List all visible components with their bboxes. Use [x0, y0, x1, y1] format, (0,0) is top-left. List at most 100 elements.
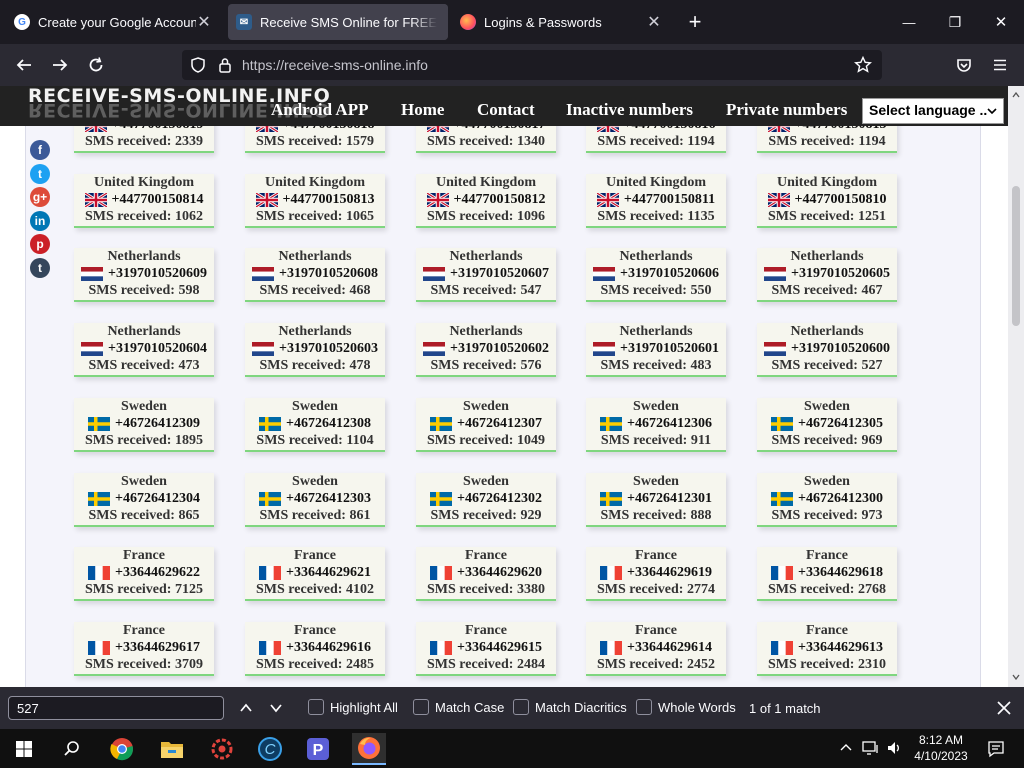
taskbar-clock[interactable]: 8:12 AM 4/10/2023 [898, 732, 984, 764]
card-number-row[interactable]: +447700150813 [245, 191, 385, 208]
lock-icon[interactable] [218, 57, 232, 73]
card-phone-number[interactable]: +46726412303 [286, 490, 371, 507]
show-hidden-icons-chevron-icon[interactable] [840, 743, 852, 751]
card-number-row[interactable]: +46726412308 [245, 415, 385, 432]
number-card[interactable]: Sweden +46726412300 SMS received: 973 [757, 473, 897, 527]
maximize-button[interactable]: ❐ [932, 6, 978, 38]
menu-button[interactable] [986, 51, 1014, 79]
taskbar-chrome[interactable] [106, 733, 138, 765]
card-phone-number[interactable]: +3197010520605 [791, 265, 890, 282]
card-phone-number[interactable]: +3197010520601 [620, 340, 719, 357]
whole-words-checkbox[interactable]: Whole Words [636, 699, 736, 715]
card-phone-number[interactable]: +46726412301 [627, 490, 712, 507]
number-card[interactable]: Sweden +46726412305 SMS received: 969 [757, 398, 897, 452]
nav-android-app[interactable]: Android APP [271, 100, 368, 120]
back-button[interactable] [10, 51, 38, 79]
card-phone-number[interactable]: +33644629621 [286, 564, 371, 581]
card-number-row[interactable]: +46726412301 [586, 490, 726, 507]
card-number-row[interactable]: +3197010520603 [245, 340, 385, 357]
card-number-row[interactable]: +447700150811 [586, 191, 726, 208]
nav-inactive-numbers[interactable]: Inactive numbers [566, 100, 693, 120]
close-tab-icon[interactable]: ✕ [196, 12, 212, 32]
linkedin-icon[interactable]: in [30, 210, 50, 231]
nav-home[interactable]: Home [401, 100, 444, 120]
card-phone-number[interactable]: +33644629619 [627, 564, 712, 581]
tab-logins-passwords[interactable]: Logins & Passwords ✕ [452, 4, 670, 40]
taskbar-p-app[interactable]: P [302, 733, 334, 765]
card-number-row[interactable]: +447700150810 [757, 191, 897, 208]
card-phone-number[interactable]: +447700150814 [112, 191, 204, 208]
card-phone-number[interactable]: +46726412308 [286, 415, 371, 432]
google-plus-icon[interactable]: g+ [30, 187, 50, 207]
card-number-row[interactable]: +33644629620 [416, 564, 556, 581]
card-phone-number[interactable]: +46726412300 [798, 490, 883, 507]
card-phone-number[interactable]: +46726412309 [115, 415, 200, 432]
card-phone-number[interactable]: +46726412304 [115, 490, 200, 507]
scroll-down-icon[interactable] [1012, 674, 1020, 680]
number-card[interactable]: France +33644629614 SMS received: 2452 [586, 622, 726, 676]
match-diacritics-checkbox[interactable]: Match Diacritics [513, 699, 627, 715]
number-card[interactable]: France +33644629617 SMS received: 3709 [74, 622, 214, 676]
bookmark-star-icon[interactable] [854, 56, 872, 74]
scroll-up-icon[interactable] [1012, 92, 1020, 98]
language-select[interactable]: Select language .. [862, 98, 1004, 124]
match-case-checkbox[interactable]: Match Case [413, 699, 504, 715]
taskbar-c-app[interactable]: C [254, 733, 286, 765]
number-card[interactable]: Netherlands +3197010520609 SMS received: 5… [74, 248, 214, 302]
card-number-row[interactable]: +46726412302 [416, 490, 556, 507]
card-phone-number[interactable]: +3197010520600 [791, 340, 890, 357]
card-phone-number[interactable]: +33644629616 [286, 639, 371, 656]
number-card[interactable]: United Kingdom +447700150810 SMS received:… [757, 174, 897, 228]
scroll-thumb[interactable] [1012, 186, 1020, 326]
notification-center-button[interactable] [980, 733, 1012, 765]
card-phone-number[interactable]: +447700150813 [283, 191, 375, 208]
card-number-row[interactable]: +46726412303 [245, 490, 385, 507]
nav-private-numbers[interactable]: Private numbers [726, 100, 847, 120]
card-phone-number[interactable]: +33644629622 [115, 564, 200, 581]
close-window-button[interactable]: ✕ [978, 6, 1024, 38]
card-number-row[interactable]: +33644629621 [245, 564, 385, 581]
card-number-row[interactable]: +3197010520601 [586, 340, 726, 357]
checkbox-box[interactable] [636, 699, 652, 715]
number-card[interactable]: Netherlands +3197010520608 SMS received: 4… [245, 248, 385, 302]
card-phone-number[interactable]: +3197010520604 [108, 340, 207, 357]
card-number-row[interactable]: +46726412307 [416, 415, 556, 432]
start-button[interactable] [8, 733, 40, 765]
taskbar-firefox[interactable] [352, 733, 386, 765]
number-card[interactable]: France +33644629618 SMS received: 2768 [757, 547, 897, 601]
number-card[interactable]: United Kingdom +447700150813 SMS received:… [245, 174, 385, 228]
card-number-row[interactable]: +3197010520607 [416, 265, 556, 282]
taskbar-settings-app[interactable] [206, 733, 238, 765]
number-card[interactable]: Sweden +46726412306 SMS received: 911 [586, 398, 726, 452]
card-number-row[interactable]: +33644629617 [74, 639, 214, 656]
number-card[interactable]: France +33644629615 SMS received: 2484 [416, 622, 556, 676]
card-number-row[interactable]: +447700150814 [74, 191, 214, 208]
card-number-row[interactable]: +33644629616 [245, 639, 385, 656]
card-number-row[interactable]: +3197010520606 [586, 265, 726, 282]
network-icon[interactable] [862, 741, 880, 755]
card-number-row[interactable]: +33644629615 [416, 639, 556, 656]
number-card[interactable]: France +33644629616 SMS received: 2485 [245, 622, 385, 676]
card-phone-number[interactable]: +33644629620 [457, 564, 542, 581]
minimize-button[interactable]: — [886, 6, 932, 38]
card-phone-number[interactable]: +3197010520607 [450, 265, 549, 282]
tab-google-account[interactable]: G Create your Google Account ✕ [6, 4, 220, 40]
card-phone-number[interactable]: +46726412307 [457, 415, 542, 432]
card-phone-number[interactable]: +3197010520602 [450, 340, 549, 357]
card-phone-number[interactable]: +447700150812 [454, 191, 546, 208]
close-findbar-icon[interactable] [996, 700, 1012, 716]
card-phone-number[interactable]: +46726412305 [798, 415, 883, 432]
number-card[interactable]: United Kingdom +447700150814 SMS received:… [74, 174, 214, 228]
card-number-row[interactable]: +3197010520600 [757, 340, 897, 357]
card-number-row[interactable]: +33644629622 [74, 564, 214, 581]
card-number-row[interactable]: +3197010520602 [416, 340, 556, 357]
number-card[interactable]: Sweden +46726412303 SMS received: 861 [245, 473, 385, 527]
number-card[interactable]: Sweden +46726412308 SMS received: 1104 [245, 398, 385, 452]
card-phone-number[interactable]: +46726412302 [457, 490, 542, 507]
card-phone-number[interactable]: +3197010520609 [108, 265, 207, 282]
card-phone-number[interactable]: +3197010520608 [279, 265, 378, 282]
number-card[interactable]: Sweden +46726412302 SMS received: 929 [416, 473, 556, 527]
card-number-row[interactable]: +46726412304 [74, 490, 214, 507]
taskbar-file-explorer[interactable] [156, 733, 188, 765]
pinterest-icon[interactable]: p [30, 234, 50, 254]
